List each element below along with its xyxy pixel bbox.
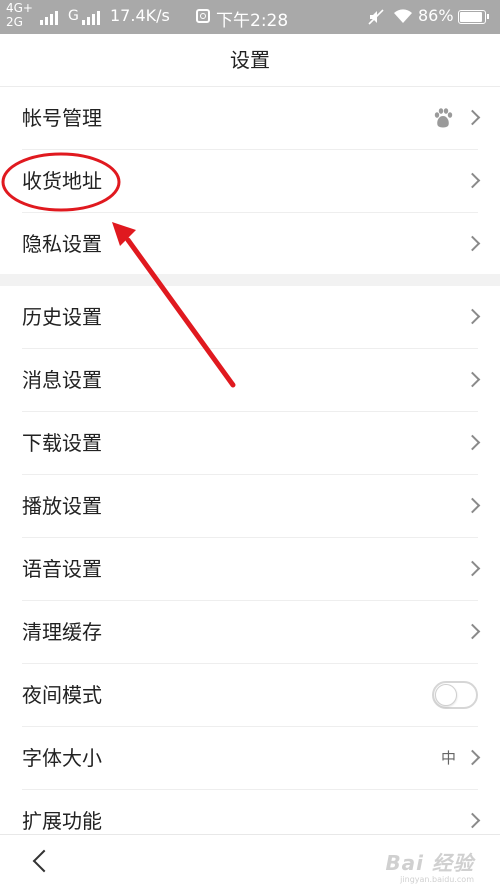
chevron-right-icon [464,749,481,766]
chevron-right-icon [464,497,481,514]
chevron-right-icon [464,623,481,640]
network-speed: 17.4K/s [110,6,170,25]
back-arrow-icon[interactable] [32,849,56,873]
settings-item-history[interactable]: 历史设置 [0,286,500,349]
chevron-right-icon [464,172,481,189]
status-bar: 4G+ 2G G 17.4K/s 下午2:28 86% [0,0,500,34]
clock: 下午2:28 [216,11,289,31]
settings-item-label: 夜间模式 [22,683,102,707]
font-size-value: 中 [440,749,456,767]
page-title: 设置 [0,34,500,87]
settings-item-night-mode: 夜间模式 [0,664,500,727]
watermark-url: jingyan.baidu.com [400,875,474,884]
settings-item-label: 隐私设置 [22,232,102,256]
settings-item-label: 语音设置 [22,557,102,581]
settings-item-account[interactable]: 帐号管理 [0,87,500,150]
network-type: 4G+ 2G [6,2,40,30]
night-mode-toggle[interactable] [432,681,478,709]
settings-item-label: 下载设置 [22,431,102,455]
baidu-paw-icon [434,108,453,128]
mute-icon [368,9,384,25]
settings-item-voice[interactable]: 语音设置 [0,538,500,601]
chevron-right-icon [464,812,481,829]
network-g-label: G [68,8,79,24]
settings-item-playback[interactable]: 播放设置 [0,475,500,538]
settings-item-label: 消息设置 [22,368,102,392]
network-bottom-label: 2G [6,15,23,29]
settings-item-shipping-address[interactable]: 收货地址 [0,150,500,213]
chevron-right-icon [464,235,481,252]
chevron-right-icon [464,109,481,126]
settings-item-label: 清理缓存 [22,620,102,644]
watermark-logo: Bai 经验 [385,851,474,875]
settings-item-messages[interactable]: 消息设置 [0,349,500,412]
settings-item-label: 播放设置 [22,494,102,518]
chevron-right-icon [464,371,481,388]
camera-icon [196,9,210,23]
settings-item-download[interactable]: 下载设置 [0,412,500,475]
settings-item-label: 帐号管理 [22,106,102,130]
section-divider [0,274,500,286]
wifi-icon [394,9,412,23]
settings-item-font-size[interactable]: 字体大小 中 [0,727,500,790]
chevron-right-icon [464,434,481,451]
bottom-nav: Bai 经验 jingyan.baidu.com [0,834,500,890]
settings-item-privacy[interactable]: 隐私设置 [0,213,500,276]
signal-icon [40,9,58,25]
signal-icon-2 [82,9,100,25]
chevron-right-icon [464,308,481,325]
settings-item-label: 收货地址 [22,169,102,193]
battery-icon [458,10,489,24]
settings-item-clear-cache[interactable]: 清理缓存 [0,601,500,664]
network-top-label: 4G+ [6,1,33,15]
settings-item-label: 字体大小 [22,746,102,770]
chevron-right-icon [464,560,481,577]
settings-item-label: 历史设置 [22,305,102,329]
battery-percent: 86% [418,6,454,25]
